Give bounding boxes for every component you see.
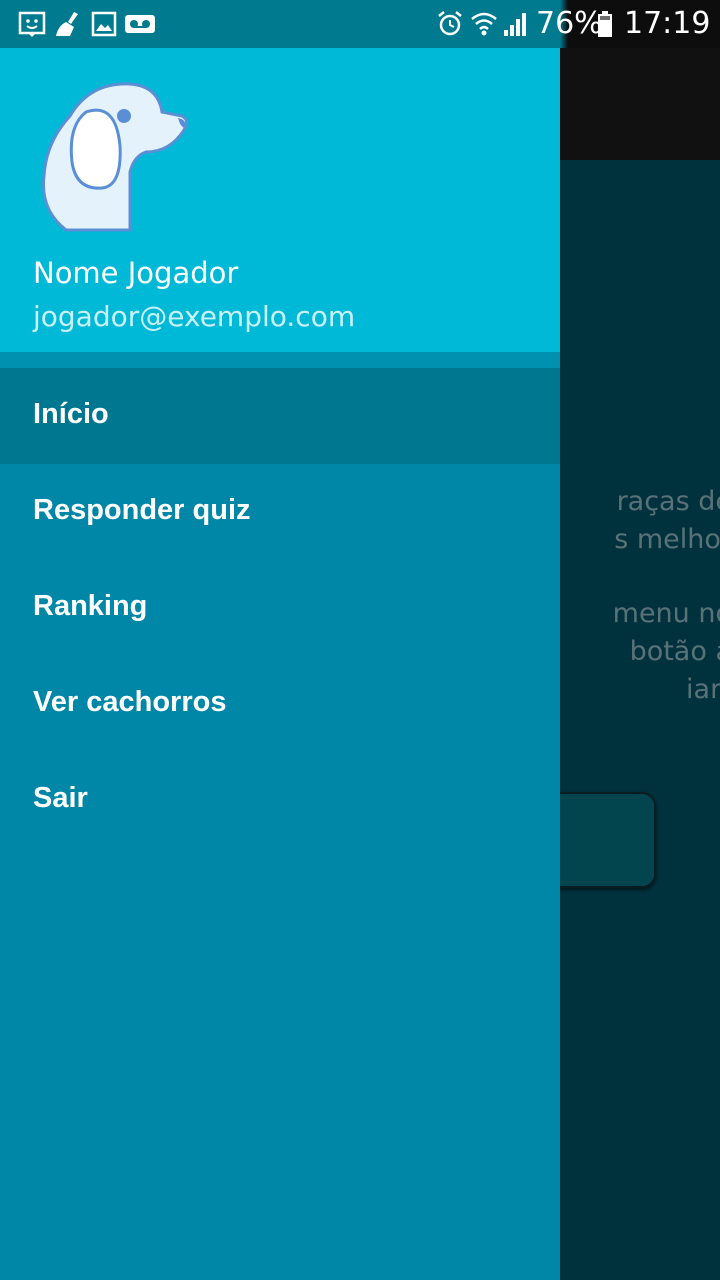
menu-item-responder-quiz[interactable]: Responder quiz [0,464,560,560]
menu-item-sair[interactable]: Sair [0,752,560,848]
status-bar: 76% 17:19 [0,0,720,48]
menu-item-ver-cachorros[interactable]: Ver cachorros [0,656,560,752]
user-email: jogador@exemplo.com [33,300,356,333]
navigation-drawer: Nome Jogador jogador@exemplo.com Início … [0,48,560,1280]
dog-avatar-icon [41,82,189,232]
menu-item-inicio[interactable]: Início [0,368,560,464]
menu-item-label: Responder quiz [33,494,251,526]
header-divider [0,352,560,368]
drawer-menu: Início Responder quiz Ranking Ver cachor… [0,368,560,848]
broom-icon [56,12,78,36]
menu-item-ranking[interactable]: Ranking [0,560,560,656]
status-time: 17:19 [624,6,711,41]
drawer-header: Nome Jogador jogador@exemplo.com [0,48,560,352]
battery-percent: 76% [536,6,603,41]
user-name: Nome Jogador [33,256,239,290]
menu-item-label: Ranking [33,590,148,622]
menu-item-label: Início [33,398,109,430]
image-icon [91,11,117,37]
menu-item-label: Sair [33,782,88,814]
smiley-face-icon [18,11,46,37]
signal-icon [504,13,526,36]
voicemail-icon [125,15,155,33]
alarm-icon [438,11,462,36]
menu-item-label: Ver cachorros [33,686,227,718]
battery-icon [598,11,612,37]
wifi-icon [471,12,497,36]
